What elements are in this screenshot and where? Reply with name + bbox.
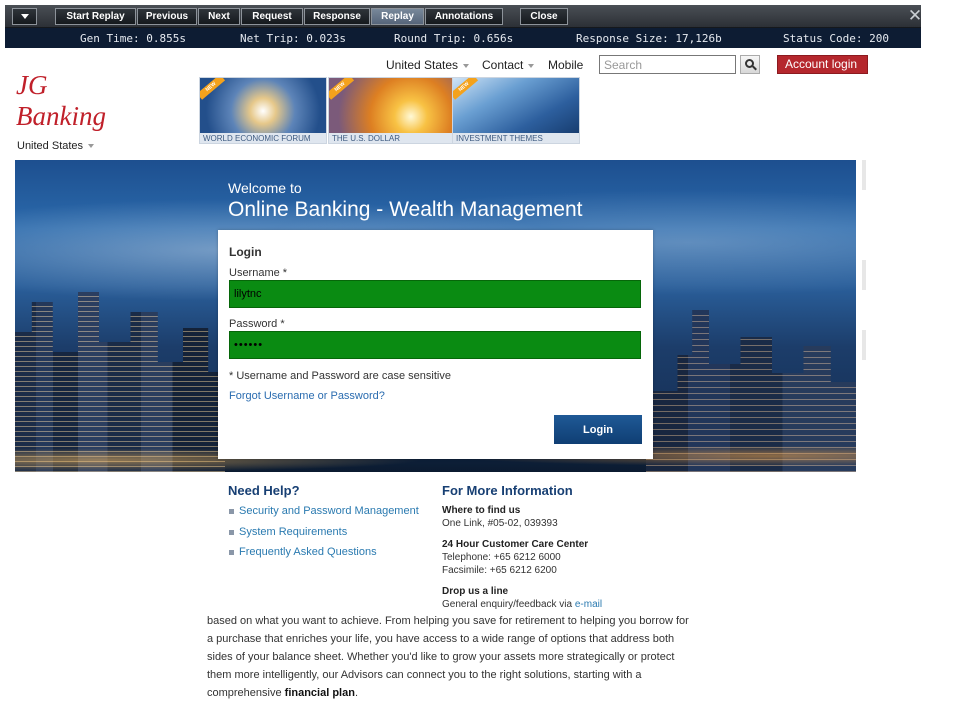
timing-status-bar: Gen Time: 0.855s Net Trip: 0.023s Round … — [5, 28, 921, 48]
promo-world-economic-forum[interactable]: NEW WORLD ECONOMIC FORUM — [199, 77, 327, 144]
welcome-subtitle: Welcome to — [228, 180, 302, 196]
start-replay-button[interactable]: Start Replay — [55, 8, 136, 25]
promo-investment-themes[interactable]: NEW INVESTMENT THEMES — [452, 77, 580, 144]
promo-caption: WORLD ECONOMIC FORUM — [200, 133, 326, 143]
login-heading: Login — [229, 245, 262, 259]
body-text-end: . — [354, 687, 359, 699]
search-input[interactable] — [599, 55, 736, 74]
promo-caption: THE U.S. DOLLAR — [329, 133, 455, 143]
login-button[interactable]: Login — [554, 415, 642, 444]
help-link-security[interactable]: Security and Password Management — [239, 505, 419, 517]
gen-time: Gen Time: 0.855s — [80, 32, 186, 45]
page-title: Online Banking - Wealth Management — [228, 198, 583, 221]
account-login-button[interactable]: Account login — [777, 55, 868, 84]
response-button[interactable]: Response — [304, 8, 370, 25]
feedback-label: General enquiry/feedback via — [442, 599, 575, 610]
next-button[interactable]: Next — [198, 8, 240, 25]
login-form: Login Username * Password * * Username a… — [218, 230, 653, 459]
caret-down-icon — [528, 63, 535, 68]
search-icon-handle — [752, 65, 757, 71]
scrollbar-fragment — [862, 160, 866, 190]
nav-mobile[interactable]: Mobile — [548, 58, 583, 72]
round-trip: Round Trip: 0.656s — [394, 32, 514, 45]
address-text: One Link, #05-02, 039393 — [442, 518, 558, 529]
previous-button[interactable]: Previous — [137, 8, 197, 25]
logo-line-2: Banking — [16, 101, 106, 131]
globe-image — [200, 78, 326, 133]
promo-us-dollar[interactable]: NEW THE U.S. DOLLAR — [328, 77, 456, 144]
bullet-icon — [229, 530, 234, 535]
nav-contact-label: Contact — [482, 58, 524, 72]
replay-button[interactable]: Replay — [371, 8, 424, 25]
annotations-button[interactable]: Annotations — [425, 8, 503, 25]
status-code: Status Code: 200 — [783, 32, 889, 45]
bank-logo[interactable]: JG Banking — [16, 70, 106, 132]
scrollbar-fragment — [862, 260, 866, 290]
telephone-text: Telephone: +65 6212 6000 — [442, 552, 561, 563]
account-login-label: Account login — [785, 57, 858, 71]
forgot-credentials-link[interactable]: Forgot Username or Password? — [229, 390, 385, 402]
body-text: based on what you want to achieve. From … — [207, 615, 689, 699]
country-selector-left[interactable]: United States — [17, 140, 95, 152]
scrollbar-fragment — [862, 330, 866, 360]
where-to-find-heading: Where to find us — [442, 505, 521, 516]
password-label: Password * — [229, 318, 285, 330]
financial-plan-link[interactable]: financial plan — [285, 687, 355, 699]
feedback-text: General enquiry/feedback via e-mail — [442, 599, 602, 610]
bullet-icon — [229, 550, 234, 555]
username-label: Username * — [229, 267, 288, 279]
help-link-system-requirements[interactable]: System Requirements — [239, 526, 347, 538]
close-button[interactable]: Close — [520, 8, 568, 25]
more-info-heading: For More Information — [442, 483, 573, 498]
nav-country-label: United States — [386, 58, 459, 72]
nav-country-selector[interactable]: United States — [386, 58, 470, 72]
help-link-faq[interactable]: Frequently Asked Questions — [239, 546, 377, 558]
username-field[interactable] — [229, 280, 641, 308]
search-button[interactable] — [740, 55, 760, 74]
nav-contact[interactable]: Contact — [482, 58, 535, 72]
world-map-image — [453, 78, 579, 133]
care-center-heading: 24 Hour Customer Care Center — [442, 539, 589, 550]
body-paragraph: based on what you want to achieve. From … — [207, 612, 697, 702]
facsimile-text: Facsimile: +65 6212 6200 — [442, 565, 557, 576]
need-help-heading: Need Help? — [228, 483, 300, 498]
password-field[interactable] — [229, 331, 641, 359]
request-button[interactable]: Request — [241, 8, 303, 25]
caret-down-icon — [463, 63, 470, 68]
net-trip: Net Trip: 0.023s — [240, 32, 346, 45]
drop-line-heading: Drop us a line — [442, 586, 509, 597]
chevron-down-icon — [20, 13, 29, 19]
replay-toolbar: Start Replay Previous Next Request Respo… — [5, 5, 923, 28]
country-label: United States — [17, 140, 84, 152]
logo-line-1: JG — [16, 70, 48, 100]
case-sensitive-note: * Username and Password are case sensiti… — [229, 370, 451, 382]
sunset-image — [329, 78, 455, 133]
toolbar-menu-button[interactable] — [12, 8, 37, 25]
bullet-icon — [229, 509, 234, 514]
response-size: Response Size: 17,126b — [576, 32, 722, 45]
caret-down-icon — [790, 79, 796, 84]
promo-caption: INVESTMENT THEMES — [453, 133, 579, 143]
caret-down-icon — [88, 144, 95, 149]
email-link[interactable]: e-mail — [575, 599, 602, 610]
close-icon[interactable]: ✕ — [907, 7, 923, 24]
